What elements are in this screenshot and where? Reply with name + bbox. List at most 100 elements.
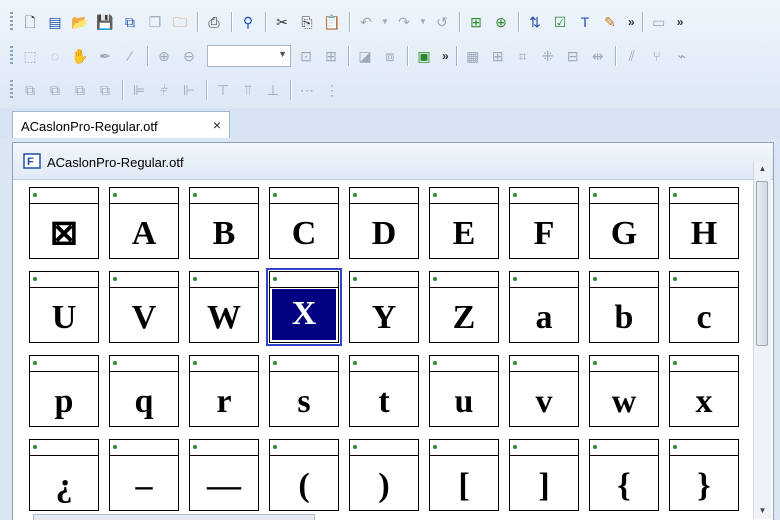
panel-icon[interactable]: ▭ — [648, 11, 670, 33]
glyph-cell[interactable]: B — [189, 187, 259, 259]
overflow-chevron-icon[interactable]: » — [628, 15, 635, 29]
glyph-cell[interactable]: w — [589, 355, 659, 427]
lasso-icon[interactable]: ◌ — [44, 45, 66, 67]
paste-icon[interactable]: 📋 — [321, 11, 343, 33]
vertical-scrollbar[interactable]: ▲ ▼ — [753, 161, 771, 519]
glyph-cell[interactable]: } — [669, 439, 739, 511]
select-rect-icon[interactable]: ⬚ — [19, 45, 41, 67]
add-glyph-2-icon[interactable]: ⊕ — [490, 11, 512, 33]
find-icon[interactable]: ⚲ — [237, 11, 259, 33]
open-icon[interactable]: 📂 — [69, 11, 91, 33]
zoom-combo[interactable]: ▼ — [207, 45, 291, 67]
transform-icon[interactable]: ⊞ — [487, 45, 509, 67]
cut-icon[interactable]: ✂ — [271, 11, 293, 33]
glyph-cell[interactable]: W — [189, 271, 259, 343]
glyph-cell[interactable]: U — [29, 271, 99, 343]
glyph-cell[interactable]: q — [109, 355, 179, 427]
align-right-icon[interactable]: ⧉ — [69, 79, 91, 101]
align-left-icon[interactable]: ⧉ — [19, 79, 41, 101]
tab-document[interactable]: ACaslonPro-Regular.otf × — [12, 111, 230, 138]
glyph-cell[interactable]: – — [109, 439, 179, 511]
glyph-cell[interactable]: u — [429, 355, 499, 427]
undo-dropdown-icon[interactable]: ▼ — [380, 11, 390, 33]
copy-icon[interactable]: ⎘ — [296, 11, 318, 33]
glyph-cell[interactable]: ) — [349, 439, 419, 511]
glyph-cell[interactable]: { — [589, 439, 659, 511]
toolbar-grip[interactable] — [10, 12, 13, 32]
glyph-cell[interactable]: V — [109, 271, 179, 343]
redo-dropdown-icon[interactable]: ▼ — [418, 11, 428, 33]
spacing-v-icon[interactable]: ⋮ — [321, 79, 343, 101]
knife-icon[interactable]: ⁄ — [119, 45, 141, 67]
glyph-cell[interactable]: E — [429, 187, 499, 259]
distribute-right-icon[interactable]: ⊩ — [178, 79, 200, 101]
baseline-icon[interactable]: ⊟ — [562, 45, 584, 67]
glyph-cell[interactable]: s — [269, 355, 339, 427]
align-bottom-icon[interactable]: ⊥ — [262, 79, 284, 101]
add-glyph-icon[interactable]: ⊞ — [465, 11, 487, 33]
glyph-cell[interactable]: p — [29, 355, 99, 427]
glyph-cell[interactable]: A — [109, 187, 179, 259]
validate-icon[interactable]: ☑ — [549, 11, 571, 33]
save-all-icon[interactable]: ⧉ — [119, 11, 141, 33]
chevron-down-icon[interactable]: ▼ — [278, 49, 287, 59]
zoom-in-icon[interactable]: ⊕ — [153, 45, 175, 67]
grid-snap-icon[interactable]: ⊞ — [320, 45, 342, 67]
glyph-cell[interactable]: t — [349, 355, 419, 427]
glyph-cell[interactable]: b — [589, 271, 659, 343]
spacing-h-icon[interactable]: ⋯ — [296, 79, 318, 101]
glyph-cell[interactable]: F — [509, 187, 579, 259]
glyph-cell[interactable]: ¿ — [29, 439, 99, 511]
open-folder-icon[interactable]: 🗀 — [169, 11, 191, 33]
pen-icon[interactable]: ✒ — [94, 45, 116, 67]
new-icon[interactable]: 🗋 — [19, 11, 41, 33]
hand-icon[interactable]: ✋ — [69, 45, 91, 67]
align-justify-icon[interactable]: ⧉ — [94, 79, 116, 101]
distribute-center-icon[interactable]: ⫩ — [153, 79, 175, 101]
glyph-cell[interactable]: G — [589, 187, 659, 259]
image-icon[interactable]: ▣ — [413, 45, 435, 67]
properties-icon[interactable]: ▤ — [44, 11, 66, 33]
close-icon[interactable]: × — [213, 117, 221, 133]
glyph-cell[interactable]: — — [189, 439, 259, 511]
zoom-out-icon[interactable]: ⊖ — [178, 45, 200, 67]
auto-hint-icon[interactable]: ✎ — [599, 11, 621, 33]
save-icon[interactable]: 💾 — [94, 11, 116, 33]
scroll-thumb[interactable] — [756, 181, 768, 346]
glyph-cell[interactable]: r — [189, 355, 259, 427]
glyph-cell[interactable]: [ — [429, 439, 499, 511]
toolbar-grip[interactable] — [10, 80, 13, 100]
copy-project-icon[interactable]: ❐ — [144, 11, 166, 33]
glyph-cell[interactable]: ( — [269, 439, 339, 511]
components-icon[interactable]: ⌗ — [512, 45, 534, 67]
glyph-cell[interactable]: a — [509, 271, 579, 343]
align-top-icon[interactable]: ⊤ — [212, 79, 234, 101]
nodes-icon[interactable]: ⁜ — [537, 45, 559, 67]
skew-icon[interactable]: ⫽ — [621, 45, 643, 67]
refresh-icon[interactable]: ↺ — [431, 11, 453, 33]
table-icon[interactable]: ▦ — [462, 45, 484, 67]
toolbar-grip[interactable] — [10, 46, 13, 66]
glyph-cell[interactable]: c — [669, 271, 739, 343]
mask-icon[interactable]: ◪ — [354, 45, 376, 67]
text-icon[interactable]: T — [574, 11, 596, 33]
align-center-icon[interactable]: ⧉ — [44, 79, 66, 101]
glyph-cell[interactable]: v — [509, 355, 579, 427]
fit-icon[interactable]: ⊡ — [295, 45, 317, 67]
glyph-cell[interactable]: ] — [509, 439, 579, 511]
overflow-chevron-icon[interactable]: » — [677, 15, 684, 29]
overflow-chevron-icon[interactable]: » — [442, 49, 449, 63]
branch-icon[interactable]: ⑂ — [646, 45, 668, 67]
print-icon[interactable]: ⎙ — [203, 11, 225, 33]
align-middle-icon[interactable]: ⫪ — [237, 79, 259, 101]
distribute-left-icon[interactable]: ⊫ — [128, 79, 150, 101]
glyph-cell[interactable]: X — [266, 268, 342, 346]
glyph-cell[interactable]: Y — [349, 271, 419, 343]
metrics-icon[interactable]: ⧈ — [379, 45, 401, 67]
glyph-cell[interactable]: C — [269, 187, 339, 259]
flip-icon[interactable]: ⇹ — [587, 45, 609, 67]
undo-icon[interactable]: ↶ — [355, 11, 377, 33]
redo-icon[interactable]: ↷ — [393, 11, 415, 33]
link-icon[interactable]: ⌁ — [671, 45, 693, 67]
scroll-down-icon[interactable]: ▼ — [754, 503, 771, 519]
